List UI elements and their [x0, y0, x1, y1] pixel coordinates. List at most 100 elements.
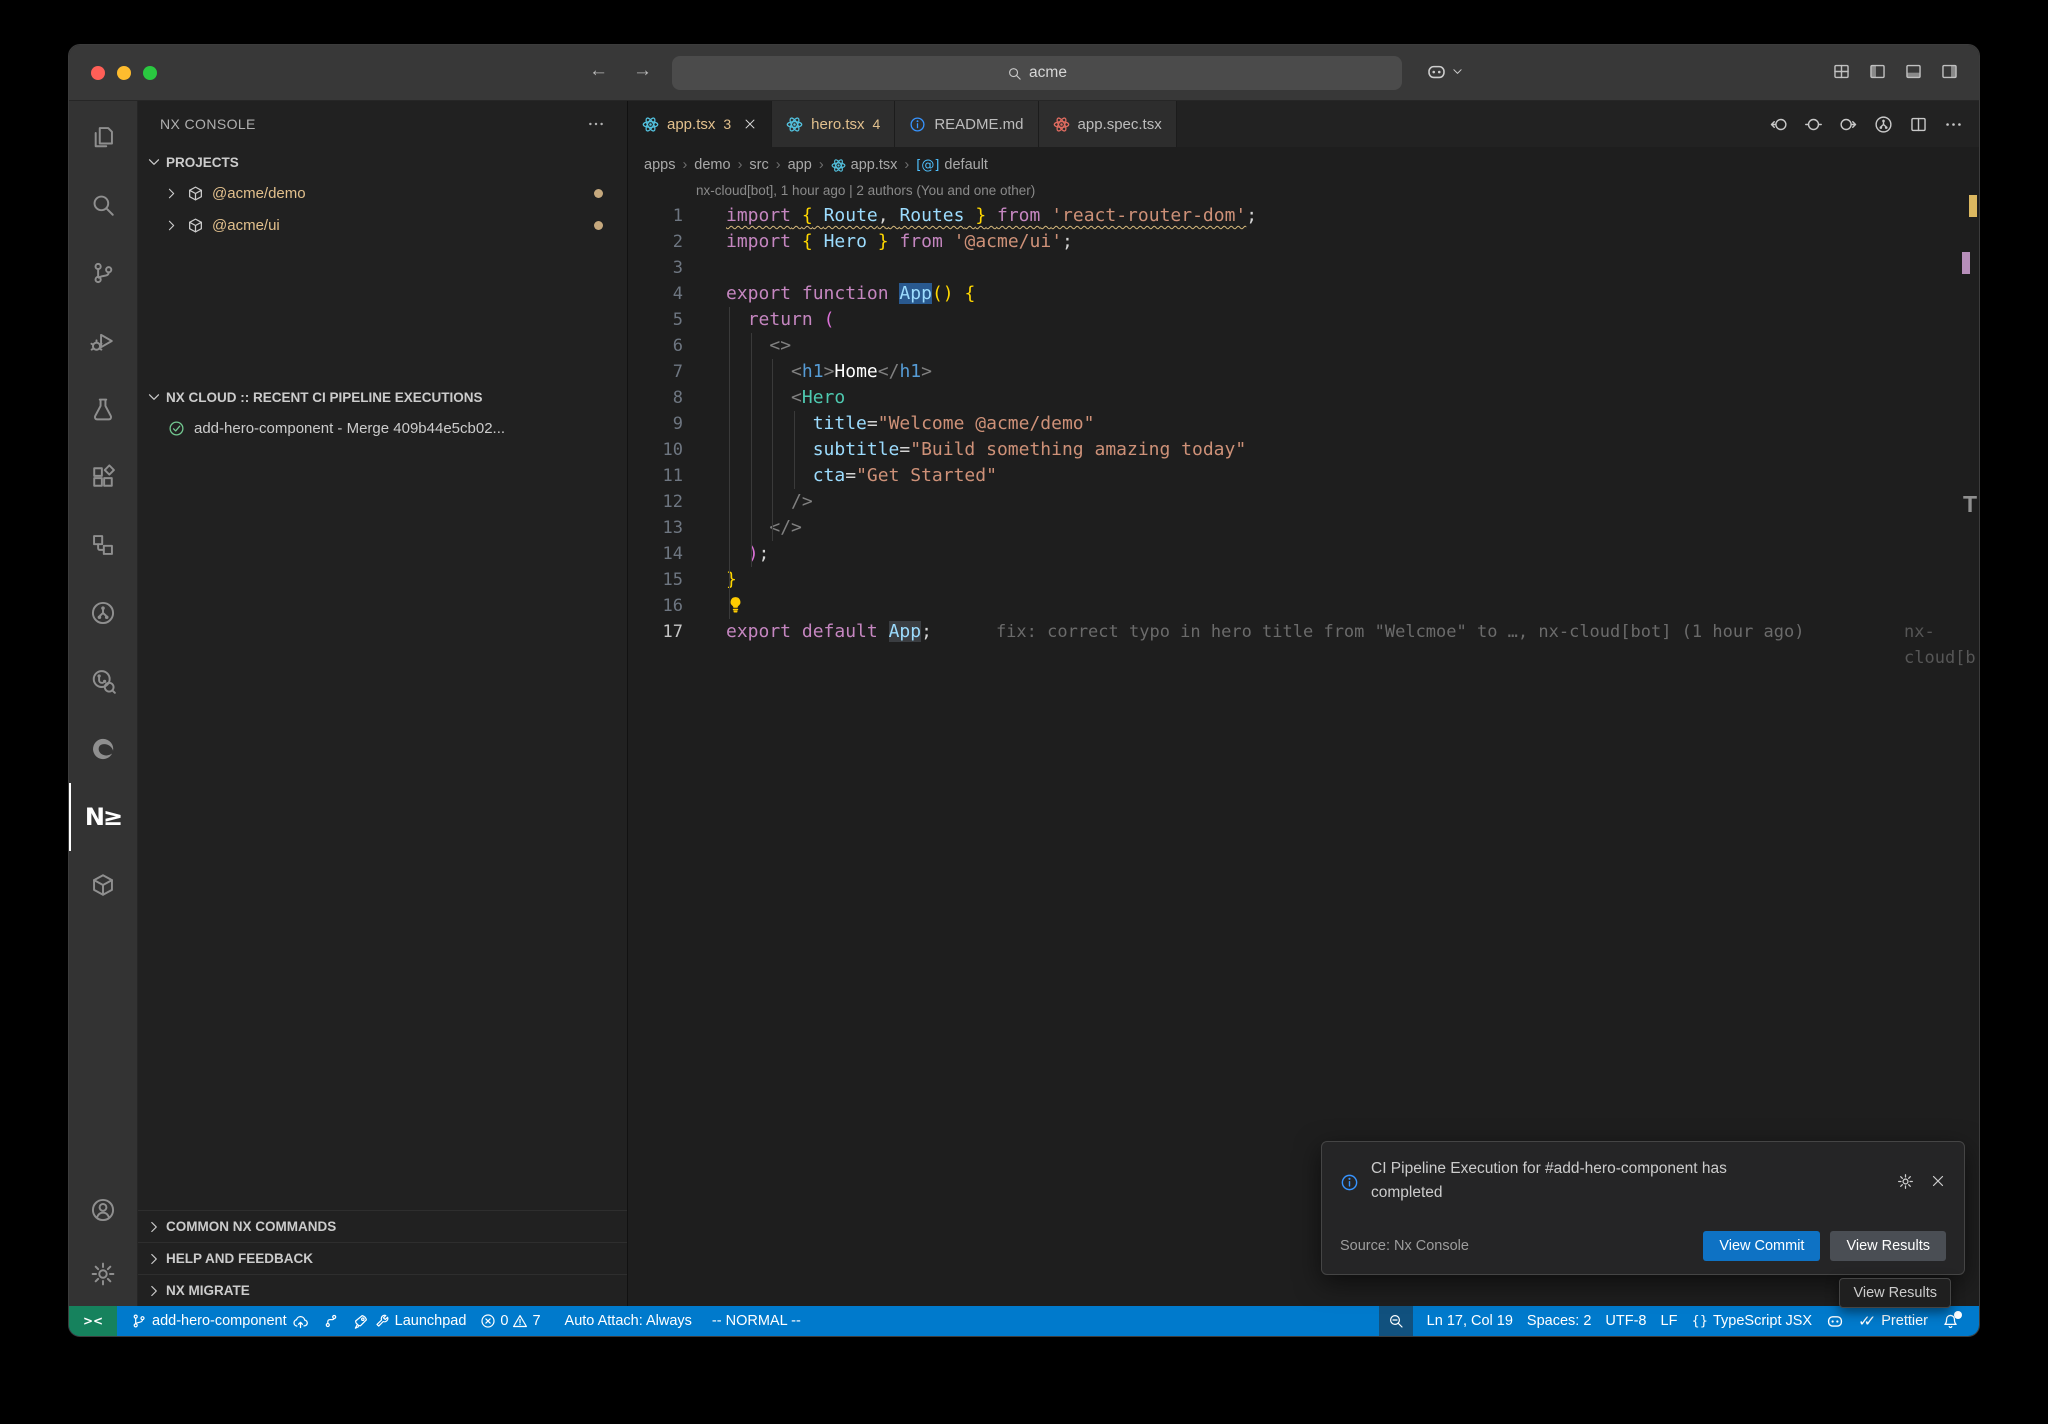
close-icon[interactable] [743, 117, 757, 131]
launchpad[interactable]: Launchpad [353, 1313, 467, 1329]
toggle-panel-icon[interactable] [1904, 62, 1923, 81]
zoom-indicator[interactable] [1379, 1306, 1413, 1336]
ruler-warning-marker [1969, 195, 1977, 217]
breadcrumb-label: src [749, 157, 768, 173]
package-icon [187, 217, 204, 234]
activity-graph-search[interactable] [69, 647, 137, 715]
notification-close-icon[interactable] [1930, 1157, 1946, 1205]
history-forward-icon[interactable]: → [633, 60, 652, 82]
history-back-icon[interactable]: ← [589, 60, 608, 82]
breadcrumb-item-app.tsx[interactable]: app.tsx [831, 157, 898, 173]
encoding[interactable]: UTF-8 [1605, 1313, 1646, 1329]
pipeline-status[interactable] [323, 1313, 339, 1329]
section-help-and-feedback[interactable]: HELP AND FEEDBACK [138, 1242, 627, 1274]
indentation[interactable]: Spaces: 2 [1527, 1313, 1592, 1329]
chevron-right-icon [164, 218, 179, 233]
cursor-position[interactable]: Ln 17, Col 19 [1427, 1313, 1513, 1329]
tab-hero.tsx[interactable]: hero.tsx4 [772, 101, 895, 147]
vim-mode[interactable]: -- NORMAL -- [712, 1313, 801, 1329]
breadcrumb-item-apps[interactable]: apps [644, 157, 675, 173]
commit-graph-icon[interactable] [1874, 115, 1893, 134]
gear-icon [90, 1261, 116, 1287]
toggle-sidebar-icon[interactable] [1868, 62, 1887, 81]
section-nx-migrate[interactable]: NX MIGRATE [138, 1274, 627, 1306]
branch-indicator[interactable]: add-hero-component [131, 1313, 309, 1330]
code-text: </> [726, 517, 802, 538]
activity-accounts[interactable] [69, 1178, 137, 1242]
section-common-nx-commands[interactable]: COMMON NX COMMANDS [138, 1210, 627, 1242]
tab-README.md[interactable]: README.md [895, 101, 1038, 147]
chevron-down-icon[interactable] [1451, 65, 1464, 78]
bell-icon [1942, 1313, 1959, 1330]
activity-extensions[interactable] [69, 443, 137, 511]
modified-dot [594, 221, 603, 230]
more-actions-icon[interactable] [1944, 115, 1963, 134]
eol[interactable]: LF [1661, 1313, 1678, 1329]
split-editor-icon[interactable] [1909, 115, 1928, 134]
activity-testing[interactable] [69, 375, 137, 443]
activity-source-control[interactable] [69, 239, 137, 307]
activity-run-and-debug[interactable] [69, 307, 137, 375]
section-nx-cloud[interactable]: NX CLOUD :: RECENT CI PIPELINE EXECUTION… [138, 382, 627, 412]
activity-nx-console[interactable]: N≥ [69, 783, 137, 851]
view-commit-button[interactable]: View Commit [1703, 1231, 1820, 1261]
minimize-window-button[interactable] [117, 66, 131, 80]
activity-edge-devtools[interactable] [69, 715, 137, 783]
formatter[interactable]: ✓✓Prettier [1858, 1312, 1928, 1330]
nav-current-icon[interactable] [1804, 115, 1823, 134]
line-number: 12 [628, 489, 683, 515]
tab-app.spec.tsx[interactable]: app.spec.tsx [1039, 101, 1177, 147]
titlebar[interactable]: ← → acme [69, 45, 1979, 101]
activity-project-graph[interactable] [69, 511, 137, 579]
breadcrumb: apps›demo›src›app›app.tsx›[@]default [628, 147, 1979, 183]
language-mode[interactable]: {}TypeScript JSX [1691, 1313, 1812, 1329]
activity-settings[interactable] [69, 1242, 137, 1306]
code-line-11: 11 cta="Get Started" [628, 463, 1979, 489]
tab-app.tsx[interactable]: app.tsx3 [628, 101, 772, 147]
overview-ruler[interactable]: T [1959, 183, 1979, 1306]
copilot-status[interactable] [1826, 1312, 1844, 1330]
auto-attach[interactable]: Auto Attach: Always [565, 1313, 692, 1329]
chevron-right-icon [146, 1251, 162, 1267]
notifications-bell[interactable] [1942, 1313, 1959, 1330]
activity-ci-pipeline[interactable] [69, 579, 137, 647]
line-number: 7 [628, 359, 683, 385]
toggle-secondary-sidebar-icon[interactable] [1940, 62, 1959, 81]
activity-explorer[interactable] [69, 103, 137, 171]
success-check-icon [168, 420, 185, 437]
view-results-button[interactable]: View Results [1830, 1231, 1946, 1261]
breadcrumb-item-default[interactable]: [@]default [916, 157, 988, 173]
code-text: ); [726, 543, 769, 564]
code-editor[interactable]: nx-cloud[bot], 1 hour ago | 2 authors (Y… [628, 183, 1979, 1306]
breadcrumb-item-app[interactable]: app [788, 157, 812, 173]
eol-label: LF [1661, 1313, 1678, 1329]
notification-settings-icon[interactable] [1897, 1157, 1914, 1205]
maximize-window-button[interactable] [143, 66, 157, 80]
pipeline-execution-item[interactable]: add-hero-component - Merge 409b44e5cb02.… [138, 412, 627, 444]
command-center-search[interactable]: acme [672, 56, 1402, 90]
problems[interactable]: 07 [480, 1313, 540, 1329]
line-number: 14 [628, 541, 683, 567]
window-controls[interactable] [91, 66, 157, 80]
more-actions-icon[interactable] [587, 115, 605, 133]
tab-label: app.spec.tsx [1078, 116, 1162, 133]
section-projects[interactable]: PROJECTS [138, 147, 627, 177]
nav-back-icon[interactable] [1769, 115, 1788, 134]
breadcrumb-item-demo[interactable]: demo [694, 157, 730, 173]
project-item-@acme/demo[interactable]: @acme/demo [138, 177, 627, 209]
copilot-icon[interactable] [1426, 61, 1447, 82]
circle-branch-icon [90, 600, 116, 626]
activity-dependencies[interactable] [69, 851, 137, 919]
blame-header[interactable]: nx-cloud[bot], 1 hour ago | 2 authors (Y… [628, 183, 1979, 203]
close-window-button[interactable] [91, 66, 105, 80]
breadcrumb-item-src[interactable]: src [749, 157, 768, 173]
nav-forward-icon[interactable] [1839, 115, 1858, 134]
customize-layout-icon[interactable] [1832, 62, 1851, 81]
remote-indicator[interactable]: >< [69, 1306, 117, 1336]
sidebar: NX CONSOLE PROJECTS @acme/demo@acme/ui N… [138, 101, 628, 1306]
activity-search[interactable] [69, 171, 137, 239]
double-check-icon: ✓✓ [1858, 1312, 1869, 1330]
project-item-@acme/ui[interactable]: @acme/ui [138, 209, 627, 241]
code-text: export default App;fix: correct typo in … [726, 621, 1805, 642]
package-icon [187, 185, 204, 202]
